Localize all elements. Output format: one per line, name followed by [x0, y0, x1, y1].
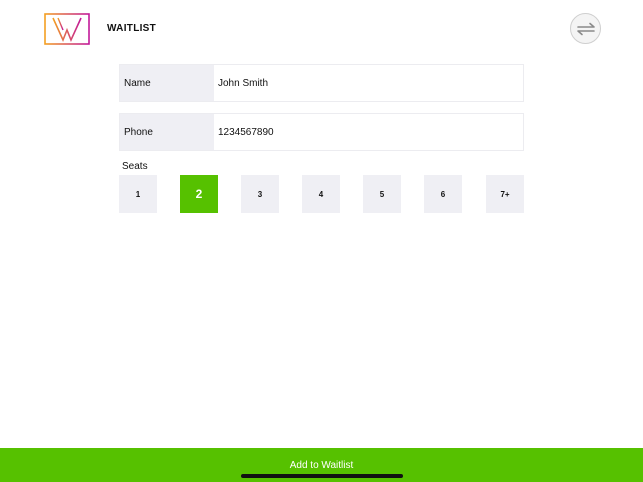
- seat-option-6[interactable]: 6: [424, 175, 462, 213]
- seat-option-7-plus[interactable]: 7+: [486, 175, 524, 213]
- waitlist-logo-icon: [44, 13, 90, 45]
- switch-view-button[interactable]: [570, 13, 601, 44]
- phone-label: Phone: [120, 114, 214, 150]
- waitlist-screen: WAITLIST Name Phone Seats 1 2 3 4 5 6 7+…: [0, 0, 643, 482]
- seats-label: Seats: [122, 161, 148, 172]
- page-title: WAITLIST: [107, 23, 157, 34]
- name-input[interactable]: [214, 65, 523, 101]
- phone-row: Phone: [119, 113, 524, 151]
- name-row: Name: [119, 64, 524, 102]
- seat-option-1[interactable]: 1: [119, 175, 157, 213]
- phone-input[interactable]: [214, 114, 523, 150]
- home-indicator: [241, 474, 403, 478]
- seat-option-2[interactable]: 2: [180, 175, 218, 213]
- switch-arrows-icon: [576, 22, 595, 35]
- seat-option-3[interactable]: 3: [241, 175, 279, 213]
- seat-option-4[interactable]: 4: [302, 175, 340, 213]
- seat-option-5[interactable]: 5: [363, 175, 401, 213]
- seats-selector: 1 2 3 4 5 6 7+: [119, 175, 524, 213]
- name-label: Name: [120, 65, 214, 101]
